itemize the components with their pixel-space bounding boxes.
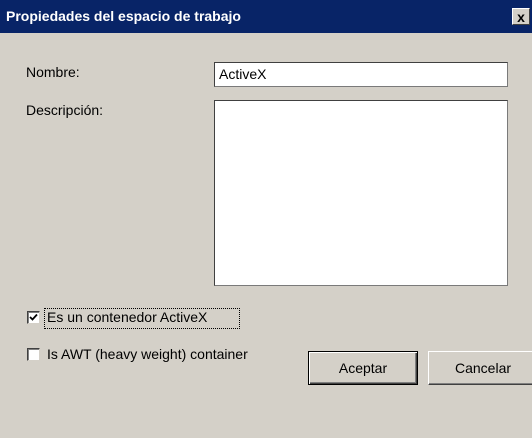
- accept-button-label: Aceptar: [338, 360, 388, 376]
- activex-checkbox[interactable]: [27, 311, 40, 324]
- name-label: Nombre:: [26, 64, 80, 80]
- cancel-button[interactable]: Cancelar: [428, 351, 532, 385]
- close-button[interactable]: x: [512, 8, 530, 25]
- activex-label[interactable]: Es un contenedor ActiveX: [47, 309, 207, 325]
- name-input[interactable]: ActiveX: [214, 62, 508, 87]
- close-icon: x: [517, 8, 525, 25]
- awt-label[interactable]: Is AWT (heavy weight) container: [47, 346, 248, 362]
- checkmark-icon: [29, 313, 38, 321]
- title-bar[interactable]: Propiedades del espacio de trabajo x: [0, 0, 532, 33]
- description-textarea[interactable]: [214, 100, 508, 286]
- awt-checkbox[interactable]: [27, 348, 40, 361]
- cancel-button-label: Cancelar: [454, 360, 512, 376]
- dialog-title: Propiedades del espacio de trabajo: [6, 8, 241, 24]
- description-label: Descripción:: [26, 102, 104, 118]
- accept-button[interactable]: Aceptar: [308, 351, 418, 385]
